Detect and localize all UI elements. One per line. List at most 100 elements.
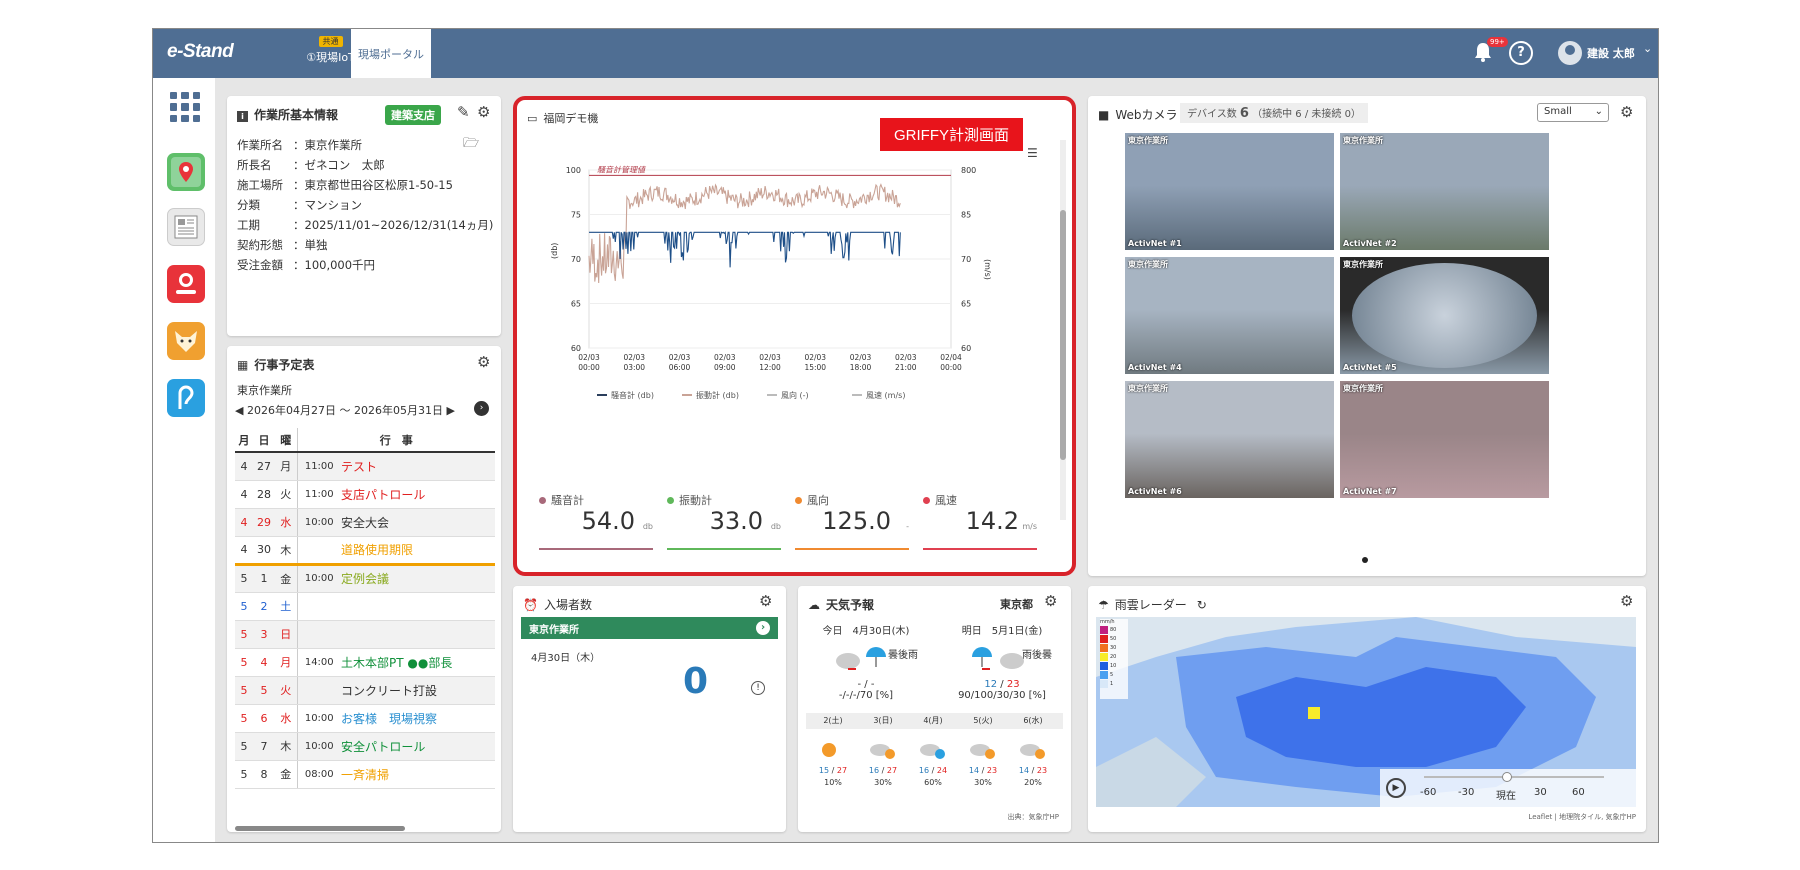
- info-icon[interactable]: !: [751, 681, 765, 695]
- schedule-row[interactable]: 53日: [235, 620, 495, 649]
- week-temp-high: 23: [1036, 766, 1048, 775]
- timeline-label: -30: [1458, 787, 1475, 798]
- x-tick-label: 06:00: [669, 363, 691, 372]
- refresh-icon[interactable]: ↻: [1197, 598, 1207, 612]
- info-row: 所長名 ：ゼネコン 太郎: [237, 157, 385, 173]
- row-weekday: 土: [275, 592, 298, 621]
- device-count: 6: [1239, 106, 1249, 121]
- rain-radar-panel: ☂ 雨雲レーダー ↻ ⚙ mm/h 80 50 30 20 10 5 1 ▶ -60 -30 現在 3…: [1088, 586, 1646, 832]
- chevron-right-icon[interactable]: ›: [474, 401, 489, 416]
- edit-icon[interactable]: ✎: [457, 103, 470, 121]
- timeline-slider[interactable]: [1424, 776, 1604, 778]
- gear-icon[interactable]: ⚙: [477, 353, 490, 371]
- row-weekday: 金: [275, 564, 298, 593]
- legend-label[interactable]: 騒音計 (db): [611, 390, 654, 400]
- legend-swatch: [1100, 652, 1108, 661]
- schedule-row[interactable]: 5 4 月 14:00 土木本部PT ●●部長: [235, 648, 495, 677]
- camera-feed[interactable]: 東京作業所 ActivNet #1: [1125, 133, 1334, 250]
- app-grid-icon[interactable]: [170, 92, 200, 122]
- legend-label[interactable]: 風向 (-): [781, 390, 809, 400]
- temp-sep: /: [829, 766, 837, 775]
- connection-status: （接続中 6 / 未接続 0）: [1252, 109, 1361, 120]
- next-range-icon[interactable]: ▶: [446, 404, 454, 417]
- folder-open-icon[interactable]: 🗁: [463, 134, 479, 156]
- site-info-panel: i 作業所基本情報 建築支店 ✎ ⚙ 🗁 作業所名 ：東京作業所 所長名 ：ゼネコン 太…: [227, 96, 501, 336]
- gear-icon[interactable]: ⚙: [1044, 592, 1057, 610]
- news-app-icon[interactable]: [167, 208, 205, 246]
- schedule-row[interactable]: 5 5 火 コンクリート打設: [235, 676, 495, 705]
- row-weekday: 水: [275, 704, 298, 733]
- camera-feed[interactable]: 東京作業所 ActivNet #7: [1340, 381, 1549, 498]
- week-temp: 15 / 27: [810, 766, 856, 775]
- week-temp-low: 15: [818, 766, 830, 775]
- schedule-row[interactable]: 4 28 火 11:00 支店パトロール: [235, 480, 495, 509]
- weather-icon: [868, 739, 898, 761]
- prev-range-icon[interactable]: ◀: [235, 404, 243, 417]
- timeline-label: 60: [1572, 787, 1585, 798]
- map-app-icon[interactable]: [167, 153, 205, 191]
- schedule-row[interactable]: 5 8 金 08:00 一斉清掃: [235, 760, 495, 789]
- chevron-down-icon[interactable]: ⌄: [1643, 42, 1652, 55]
- schedule-row[interactable]: 4 27 月 11:00 テスト: [235, 452, 495, 481]
- row-weekday: 月: [275, 452, 298, 481]
- schedule-row[interactable]: 5 7 木 10:00 安全パトロール: [235, 732, 495, 761]
- avatar[interactable]: [1558, 41, 1582, 65]
- sensor-app-icon[interactable]: [167, 379, 205, 417]
- legend-label[interactable]: 振動計 (db): [696, 390, 739, 400]
- series-line: [589, 231, 901, 268]
- camera-feed[interactable]: 東京作業所 ActivNet #2: [1340, 133, 1549, 250]
- horizontal-scrollbar[interactable]: [235, 826, 405, 831]
- vertical-scrollbar[interactable]: [1060, 140, 1066, 520]
- week-temp-high: 24: [936, 766, 948, 775]
- gear-icon[interactable]: ⚙: [477, 103, 490, 121]
- schedule-row[interactable]: 4 29 水 10:00 安全大会: [235, 508, 495, 537]
- legend-label[interactable]: 風速 (m/s): [866, 391, 905, 400]
- schedule-row[interactable]: 4 30 木 道路使用期限: [235, 536, 495, 565]
- metric-name: 振動計: [679, 494, 712, 507]
- schedule-row[interactable]: 5 6 水 10:00 お客様 現場視察: [235, 704, 495, 733]
- camera-feed[interactable]: 東京作業所 ActivNet #6: [1125, 381, 1334, 498]
- carousel-dot[interactable]: [1362, 557, 1368, 563]
- alarm-clock-icon: ⏰: [523, 598, 538, 612]
- today-label: 今日 4月30日(木): [822, 626, 910, 637]
- week-temp: 14 / 23: [1010, 766, 1056, 775]
- schedule-row[interactable]: 52土: [235, 592, 495, 621]
- activnet-app-icon[interactable]: [167, 265, 205, 303]
- info-row: 作業所名 ：東京作業所: [237, 137, 362, 153]
- play-icon[interactable]: ▶: [1386, 778, 1406, 798]
- camera-feed[interactable]: 東京作業所 ActivNet #4: [1125, 257, 1334, 374]
- app-logo[interactable]: e-Stand: [167, 41, 234, 63]
- gear-icon[interactable]: ⚙: [1620, 103, 1633, 121]
- x-tick-label: 02/03: [759, 353, 781, 362]
- entry-site-bar[interactable]: 東京作業所 ›: [521, 617, 778, 639]
- help-icon[interactable]: ?: [1509, 41, 1533, 65]
- gear-icon[interactable]: ⚙: [759, 592, 772, 610]
- legend-swatch: [1100, 643, 1108, 652]
- y-tick-left: 70: [571, 255, 581, 264]
- camera-name: ActivNet #6: [1128, 487, 1182, 496]
- camera-feed[interactable]: 東京作業所 ActivNet #5: [1340, 257, 1549, 374]
- tab-site-portal[interactable]: 現場ポータル: [351, 29, 431, 78]
- size-select[interactable]: Small ⌄: [1537, 103, 1609, 122]
- weather-source: 出典：気象庁HP: [1007, 813, 1060, 821]
- metric-name-row: 風速: [923, 492, 1037, 508]
- row-event: 土木本部PT ●●部長: [341, 648, 495, 677]
- user-name[interactable]: 建設 太郎: [1587, 45, 1635, 61]
- x-tick-label: 02/03: [850, 353, 872, 362]
- schedule-row[interactable]: 5 1 金 10:00 定例会議: [235, 564, 495, 593]
- x-tick-label: 18:00: [850, 363, 872, 372]
- tomorrow-temp-low: 12: [984, 679, 998, 690]
- camera-site: 東京作業所: [1128, 384, 1168, 393]
- week-day: 5(火): [973, 716, 993, 725]
- fox-app-icon[interactable]: [167, 322, 205, 360]
- col-day: 日: [253, 428, 275, 453]
- timeline-handle[interactable]: [1502, 772, 1512, 782]
- legend-swatch: [1100, 634, 1108, 643]
- row-time: [297, 676, 341, 705]
- radar-map[interactable]: mm/h 80 50 30 20 10 5 1 ▶ -60 -30 現在 30 60: [1096, 617, 1636, 807]
- row-time: 14:00: [297, 648, 341, 677]
- tomorrow-temp-high: 23: [1006, 679, 1020, 690]
- gear-icon[interactable]: ⚙: [1620, 592, 1633, 610]
- y-tick-right: 60: [961, 344, 971, 353]
- panel-title: 作業所基本情報: [254, 108, 339, 122]
